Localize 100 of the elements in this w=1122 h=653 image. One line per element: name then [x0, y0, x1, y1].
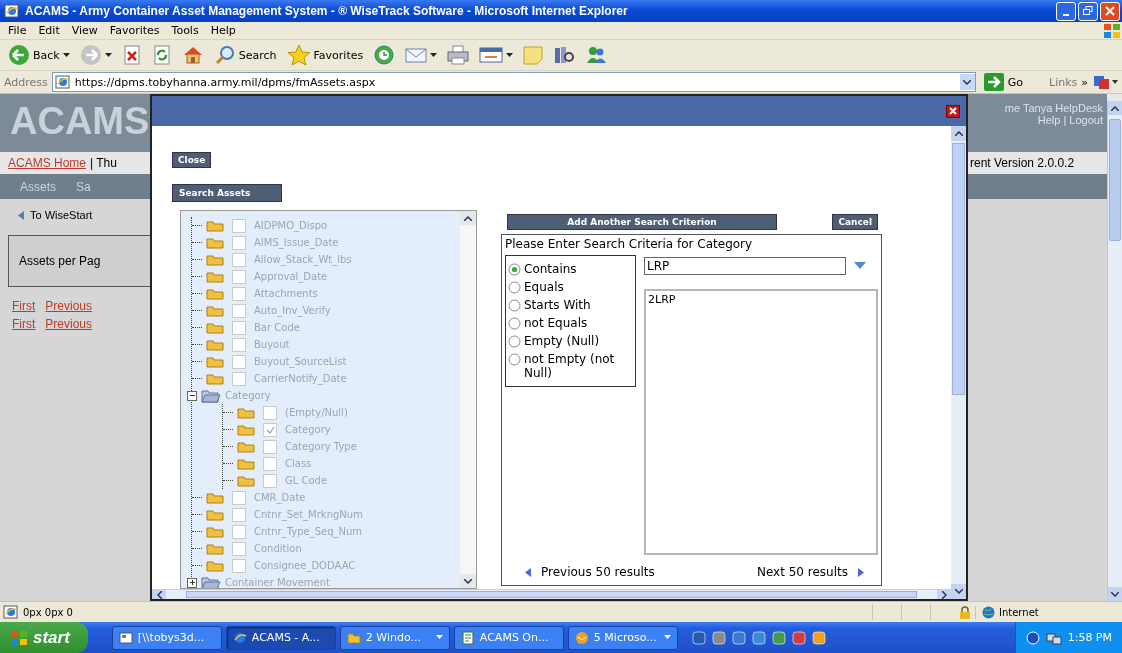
wisestart-link[interactable]: To WiseStart: [30, 209, 93, 221]
page-scrollbar[interactable]: [1107, 101, 1122, 601]
tree-item[interactable]: Buyout_SourceList: [254, 356, 347, 367]
scroll-thumb[interactable]: [952, 143, 965, 395]
result-item[interactable]: 2LRP: [648, 293, 874, 306]
radio-label[interactable]: Starts With: [524, 298, 591, 312]
network-icon[interactable]: [1045, 630, 1062, 645]
quick-launch-icon[interactable]: [731, 630, 746, 645]
caret-icon[interactable]: [104, 52, 112, 58]
start-button[interactable]: start: [0, 622, 88, 653]
menu-item[interactable]: Favorites: [103, 24, 166, 37]
checkbox[interactable]: [232, 371, 246, 386]
radio-button[interactable]: [508, 263, 521, 276]
nav-tab[interactable]: Assets: [20, 179, 56, 194]
collapse-icon[interactable]: [187, 390, 197, 401]
expand-icon[interactable]: [187, 577, 197, 588]
checkbox[interactable]: [263, 422, 277, 437]
tree-item[interactable]: AIMS_Issue_Date: [254, 237, 339, 248]
tree-item[interactable]: AIDPMO_Dispo: [254, 220, 328, 231]
close-button[interactable]: [1100, 1, 1120, 21]
tool-icon[interactable]: [1092, 74, 1118, 90]
quick-launch-icon[interactable]: [771, 630, 786, 645]
scroll-thumb[interactable]: [186, 591, 917, 598]
tree-group[interactable]: Category: [225, 390, 271, 401]
tree-item[interactable]: Bar Code: [254, 322, 300, 333]
nav-tab[interactable]: Sa: [76, 179, 91, 194]
checkbox[interactable]: [232, 337, 246, 352]
close-button[interactable]: Close: [172, 152, 212, 168]
quick-launch-icon[interactable]: [791, 630, 806, 645]
radio-button[interactable]: [508, 317, 521, 330]
pager-link[interactable]: Previous: [45, 317, 92, 331]
taskbar-button[interactable]: 5 Microso...: [567, 625, 678, 650]
tree-item[interactable]: Class: [285, 458, 312, 469]
pager-link[interactable]: Previous: [45, 299, 92, 313]
pager-link[interactable]: First: [12, 299, 36, 313]
checkbox[interactable]: [232, 286, 246, 301]
checkbox[interactable]: [263, 439, 277, 454]
scroll-down-button[interactable]: [460, 574, 476, 588]
search-button[interactable]: Search: [209, 42, 281, 68]
quick-launch-icon[interactable]: [751, 630, 766, 645]
tree-item[interactable]: Consignee_DODAAC: [254, 560, 356, 571]
radio-label[interactable]: not Equals: [524, 316, 588, 330]
horizontal-scrollbar[interactable]: [152, 589, 951, 599]
quick-launch-icon[interactable]: [691, 630, 706, 645]
add-criterion-button[interactable]: Add Another Search Criterion: [507, 214, 777, 230]
quick-launch-icon[interactable]: [711, 630, 726, 645]
value-field[interactable]: LRP: [644, 257, 846, 275]
menu-item[interactable]: Tools: [165, 24, 205, 37]
vertical-scrollbar[interactable]: [951, 126, 966, 599]
back-button[interactable]: Back: [4, 42, 74, 68]
menu-item[interactable]: View: [65, 24, 104, 37]
tree-item[interactable]: Allow_Stack_Wt_lbs: [254, 254, 352, 265]
tree-item[interactable]: Approval_Date: [254, 271, 328, 282]
taskbar-button[interactable]: 2 Windo...: [339, 625, 450, 650]
tree-item[interactable]: Buyout: [254, 339, 290, 350]
pager-link[interactable]: First: [12, 317, 36, 331]
favorites-button[interactable]: Favorites: [282, 42, 368, 68]
checkbox[interactable]: [232, 507, 246, 522]
scroll-left-button[interactable]: [152, 590, 166, 599]
tree-item[interactable]: Cntnr_Type_Seq_Num: [254, 526, 363, 537]
taskbar-button[interactable]: ACAMS On...: [453, 625, 564, 650]
dialog-close-button[interactable]: [946, 104, 960, 118]
tray-icon[interactable]: [1025, 630, 1040, 645]
tree-item[interactable]: Condition: [254, 543, 302, 554]
checkbox[interactable]: [232, 354, 246, 369]
taskbar-button[interactable]: ACAMS - A...: [225, 625, 336, 650]
caret-icon[interactable]: [430, 52, 438, 58]
caret-icon[interactable]: [62, 52, 70, 58]
checkbox[interactable]: [232, 320, 246, 335]
radio-label[interactable]: not Empty (not Null): [524, 352, 632, 380]
radio-button[interactable]: [508, 299, 521, 312]
caret-icon[interactable]: [506, 52, 514, 58]
tree-item[interactable]: Auto_Inv_Verify: [254, 305, 331, 316]
user-links[interactable]: Help | Logout: [1037, 114, 1103, 126]
taskbar-button[interactable]: [\\tobys3d...: [111, 625, 222, 650]
scroll-up-button[interactable]: [460, 211, 476, 225]
next-link[interactable]: Next 50 results: [756, 565, 848, 579]
cancel-button[interactable]: Cancel: [832, 214, 878, 230]
checkbox[interactable]: [232, 524, 246, 539]
restore-button[interactable]: [1078, 1, 1098, 21]
minimize-button[interactable]: [1056, 1, 1076, 21]
checkbox[interactable]: [232, 252, 246, 267]
checkbox[interactable]: [232, 218, 246, 233]
radio-button[interactable]: [508, 335, 521, 348]
checkbox[interactable]: [232, 541, 246, 556]
go-button[interactable]: Go: [979, 73, 1027, 91]
more-button[interactable]: »: [1081, 75, 1088, 89]
menu-item[interactable]: Help: [204, 24, 242, 37]
menu-item[interactable]: File: [2, 24, 33, 37]
checkbox[interactable]: [232, 558, 246, 573]
home-link[interactable]: ACAMS Home: [8, 156, 87, 170]
checkbox[interactable]: [232, 269, 246, 284]
tree-item[interactable]: Category: [285, 424, 331, 435]
tree-group[interactable]: Container Movement: [225, 577, 330, 588]
tree-item[interactable]: Attachments: [254, 288, 318, 299]
checkbox[interactable]: [263, 456, 277, 471]
checkbox[interactable]: [232, 303, 246, 318]
dropdown-icon[interactable]: [854, 262, 866, 270]
tree-item[interactable]: Category Type: [285, 441, 357, 452]
radio-label[interactable]: Empty (Null): [524, 334, 600, 348]
